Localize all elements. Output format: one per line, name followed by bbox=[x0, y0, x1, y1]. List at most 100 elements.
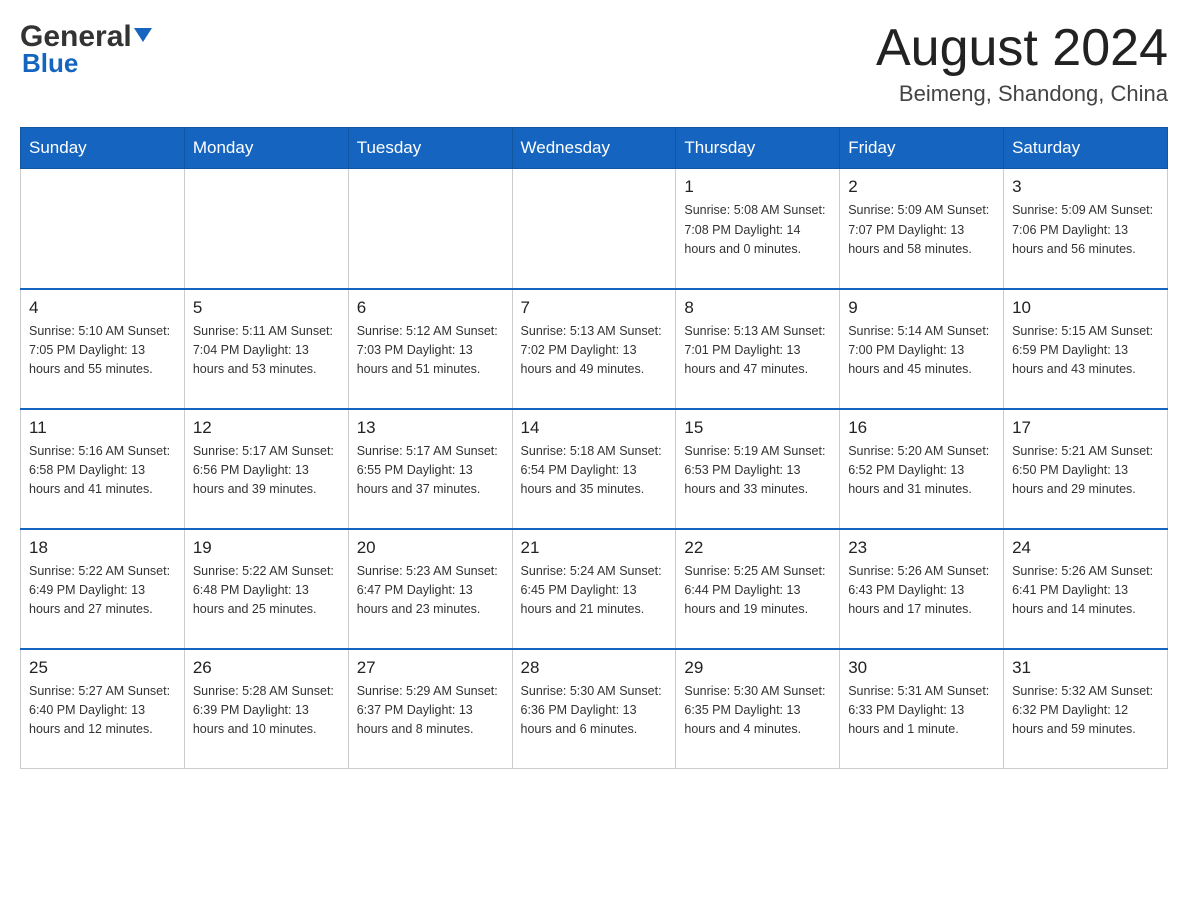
weekday-header-sunday: Sunday bbox=[21, 128, 185, 169]
day-info: Sunrise: 5:28 AM Sunset: 6:39 PM Dayligh… bbox=[193, 682, 340, 740]
logo: General Blue bbox=[20, 20, 156, 79]
day-info: Sunrise: 5:12 AM Sunset: 7:03 PM Dayligh… bbox=[357, 322, 504, 380]
calendar-cell: 26 Sunrise: 5:28 AM Sunset: 6:39 PM Dayli… bbox=[184, 649, 348, 769]
day-info: Sunrise: 5:20 AM Sunset: 6:52 PM Dayligh… bbox=[848, 442, 995, 500]
title-block: August 2024 Beimeng, Shandong, China bbox=[876, 20, 1168, 107]
day-info: Sunrise: 5:09 AM Sunset: 7:06 PM Dayligh… bbox=[1012, 201, 1159, 259]
calendar-cell: 21Sunrise: 5:24 AM Sunset: 6:45 PM Dayli… bbox=[512, 529, 676, 649]
day-number: 16 bbox=[848, 418, 995, 438]
day-info: Sunrise: 5:29 AM Sunset: 6:37 PM Dayligh… bbox=[357, 682, 504, 740]
calendar-cell: 11 Sunrise: 5:16 AM Sunset: 6:58 PM Dayli… bbox=[21, 409, 185, 529]
calendar-cell bbox=[21, 169, 185, 289]
day-number: 11 bbox=[29, 418, 176, 438]
calendar-week-row: 25Sunrise: 5:27 AM Sunset: 6:40 PM Dayli… bbox=[21, 649, 1168, 769]
day-info: Sunrise: 5:08 AM Sunset: 7:08 PM Dayligh… bbox=[684, 201, 831, 259]
day-number: 27 bbox=[357, 658, 504, 678]
calendar-cell: 6 Sunrise: 5:12 AM Sunset: 7:03 PM Daylig… bbox=[348, 289, 512, 409]
day-number: 22 bbox=[684, 538, 831, 558]
day-info: Sunrise: 5:11 AM Sunset: 7:04 PM Dayligh… bbox=[193, 322, 340, 380]
day-number: 13 bbox=[357, 418, 504, 438]
day-info: Sunrise: 5:26 AM Sunset: 6:43 PM Dayligh… bbox=[848, 562, 995, 620]
day-number: 29 bbox=[684, 658, 831, 678]
day-number: 17 bbox=[1012, 418, 1159, 438]
calendar-cell: 22 Sunrise: 5:25 AM Sunset: 6:44 PM Dayli… bbox=[676, 529, 840, 649]
calendar-cell: 18 Sunrise: 5:22 AM Sunset: 6:49 PM Dayli… bbox=[21, 529, 185, 649]
day-info: Sunrise: 5:25 AM Sunset: 6:44 PM Dayligh… bbox=[684, 562, 831, 620]
day-number: 4 bbox=[29, 298, 176, 318]
calendar-cell: 16 Sunrise: 5:20 AM Sunset: 6:52 PM Dayli… bbox=[840, 409, 1004, 529]
day-info: Sunrise: 5:19 AM Sunset: 6:53 PM Dayligh… bbox=[684, 442, 831, 500]
day-info: Sunrise: 5:16 AM Sunset: 6:58 PM Dayligh… bbox=[29, 442, 176, 500]
day-info: Sunrise: 5:31 AM Sunset: 6:33 PM Dayligh… bbox=[848, 682, 995, 740]
calendar-week-row: 18 Sunrise: 5:22 AM Sunset: 6:49 PM Dayli… bbox=[21, 529, 1168, 649]
day-number: 5 bbox=[193, 298, 340, 318]
day-number: 10 bbox=[1012, 298, 1159, 318]
day-number: 21 bbox=[521, 538, 668, 558]
day-info: Sunrise: 5:30 AM Sunset: 6:35 PM Dayligh… bbox=[684, 682, 831, 740]
day-info: Sunrise: 5:30 AM Sunset: 6:36 PM Dayligh… bbox=[521, 682, 668, 740]
day-number: 12 bbox=[193, 418, 340, 438]
weekday-header-row: SundayMondayTuesdayWednesdayThursdayFrid… bbox=[21, 128, 1168, 169]
day-info: Sunrise: 5:17 AM Sunset: 6:55 PM Dayligh… bbox=[357, 442, 504, 500]
logo-triangle-icon bbox=[134, 24, 156, 46]
day-info: Sunrise: 5:27 AM Sunset: 6:40 PM Dayligh… bbox=[29, 682, 176, 740]
weekday-header-saturday: Saturday bbox=[1004, 128, 1168, 169]
calendar-cell: 30Sunrise: 5:31 AM Sunset: 6:33 PM Dayli… bbox=[840, 649, 1004, 769]
calendar-cell: 8Sunrise: 5:13 AM Sunset: 7:01 PM Daylig… bbox=[676, 289, 840, 409]
day-number: 7 bbox=[521, 298, 668, 318]
calendar-cell: 10 Sunrise: 5:15 AM Sunset: 6:59 PM Dayli… bbox=[1004, 289, 1168, 409]
day-info: Sunrise: 5:23 AM Sunset: 6:47 PM Dayligh… bbox=[357, 562, 504, 620]
calendar-cell: 15Sunrise: 5:19 AM Sunset: 6:53 PM Dayli… bbox=[676, 409, 840, 529]
calendar-cell: 19 Sunrise: 5:22 AM Sunset: 6:48 PM Dayli… bbox=[184, 529, 348, 649]
day-number: 18 bbox=[29, 538, 176, 558]
calendar-cell: 31 Sunrise: 5:32 AM Sunset: 6:32 PM Dayli… bbox=[1004, 649, 1168, 769]
day-number: 19 bbox=[193, 538, 340, 558]
day-number: 31 bbox=[1012, 658, 1159, 678]
calendar-cell: 5 Sunrise: 5:11 AM Sunset: 7:04 PM Daylig… bbox=[184, 289, 348, 409]
day-number: 14 bbox=[521, 418, 668, 438]
calendar-cell bbox=[348, 169, 512, 289]
day-info: Sunrise: 5:21 AM Sunset: 6:50 PM Dayligh… bbox=[1012, 442, 1159, 500]
calendar-cell: 27 Sunrise: 5:29 AM Sunset: 6:37 PM Dayli… bbox=[348, 649, 512, 769]
page-header: General Blue August 2024 Beimeng, Shando… bbox=[20, 20, 1168, 107]
day-number: 26 bbox=[193, 658, 340, 678]
calendar-cell: 12 Sunrise: 5:17 AM Sunset: 6:56 PM Dayli… bbox=[184, 409, 348, 529]
weekday-header-tuesday: Tuesday bbox=[348, 128, 512, 169]
day-info: Sunrise: 5:13 AM Sunset: 7:02 PM Dayligh… bbox=[521, 322, 668, 380]
calendar-cell: 23Sunrise: 5:26 AM Sunset: 6:43 PM Dayli… bbox=[840, 529, 1004, 649]
calendar-cell: 1Sunrise: 5:08 AM Sunset: 7:08 PM Daylig… bbox=[676, 169, 840, 289]
calendar-cell: 25Sunrise: 5:27 AM Sunset: 6:40 PM Dayli… bbox=[21, 649, 185, 769]
day-number: 2 bbox=[848, 177, 995, 197]
calendar-week-row: 1Sunrise: 5:08 AM Sunset: 7:08 PM Daylig… bbox=[21, 169, 1168, 289]
day-info: Sunrise: 5:15 AM Sunset: 6:59 PM Dayligh… bbox=[1012, 322, 1159, 380]
calendar-cell: 3Sunrise: 5:09 AM Sunset: 7:06 PM Daylig… bbox=[1004, 169, 1168, 289]
day-info: Sunrise: 5:17 AM Sunset: 6:56 PM Dayligh… bbox=[193, 442, 340, 500]
calendar-cell: 2 Sunrise: 5:09 AM Sunset: 7:07 PM Daylig… bbox=[840, 169, 1004, 289]
calendar-week-row: 4 Sunrise: 5:10 AM Sunset: 7:05 PM Daylig… bbox=[21, 289, 1168, 409]
weekday-header-monday: Monday bbox=[184, 128, 348, 169]
day-number: 20 bbox=[357, 538, 504, 558]
month-title: August 2024 bbox=[876, 20, 1168, 77]
weekday-header-thursday: Thursday bbox=[676, 128, 840, 169]
calendar-cell: 29 Sunrise: 5:30 AM Sunset: 6:35 PM Dayli… bbox=[676, 649, 840, 769]
day-info: Sunrise: 5:22 AM Sunset: 6:49 PM Dayligh… bbox=[29, 562, 176, 620]
calendar-cell: 24Sunrise: 5:26 AM Sunset: 6:41 PM Dayli… bbox=[1004, 529, 1168, 649]
day-info: Sunrise: 5:32 AM Sunset: 6:32 PM Dayligh… bbox=[1012, 682, 1159, 740]
location-title: Beimeng, Shandong, China bbox=[876, 81, 1168, 107]
day-info: Sunrise: 5:10 AM Sunset: 7:05 PM Dayligh… bbox=[29, 322, 176, 380]
day-number: 24 bbox=[1012, 538, 1159, 558]
calendar-cell: 28 Sunrise: 5:30 AM Sunset: 6:36 PM Dayli… bbox=[512, 649, 676, 769]
calendar-cell: 17 Sunrise: 5:21 AM Sunset: 6:50 PM Dayli… bbox=[1004, 409, 1168, 529]
day-number: 28 bbox=[521, 658, 668, 678]
day-info: Sunrise: 5:18 AM Sunset: 6:54 PM Dayligh… bbox=[521, 442, 668, 500]
calendar-cell: 9 Sunrise: 5:14 AM Sunset: 7:00 PM Daylig… bbox=[840, 289, 1004, 409]
day-info: Sunrise: 5:09 AM Sunset: 7:07 PM Dayligh… bbox=[848, 201, 995, 259]
weekday-header-wednesday: Wednesday bbox=[512, 128, 676, 169]
day-info: Sunrise: 5:22 AM Sunset: 6:48 PM Dayligh… bbox=[193, 562, 340, 620]
day-number: 6 bbox=[357, 298, 504, 318]
calendar-cell bbox=[184, 169, 348, 289]
calendar-cell: 4 Sunrise: 5:10 AM Sunset: 7:05 PM Daylig… bbox=[21, 289, 185, 409]
calendar-week-row: 11 Sunrise: 5:16 AM Sunset: 6:58 PM Dayli… bbox=[21, 409, 1168, 529]
day-number: 9 bbox=[848, 298, 995, 318]
day-info: Sunrise: 5:14 AM Sunset: 7:00 PM Dayligh… bbox=[848, 322, 995, 380]
